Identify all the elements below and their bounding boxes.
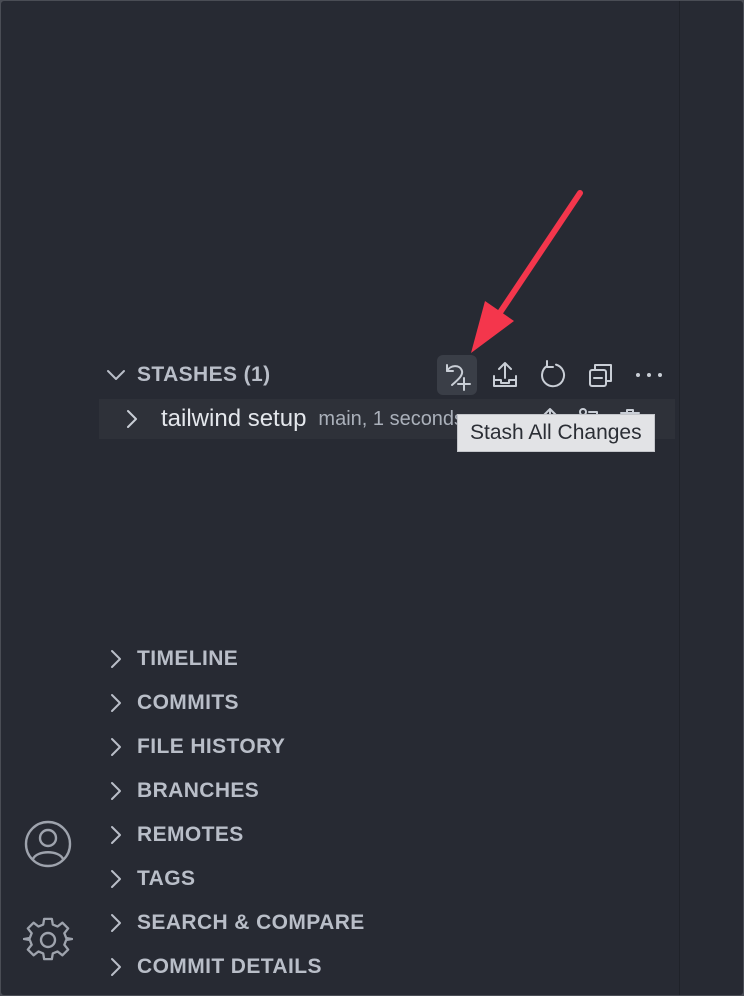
chevron-right-icon — [101, 730, 131, 764]
stashes-section-title: STASHES (1) — [137, 363, 271, 386]
account-icon — [24, 820, 72, 868]
more-actions-button[interactable] — [629, 355, 669, 395]
collapse-all-icon — [589, 364, 612, 387]
chevron-right-icon — [101, 642, 131, 676]
section-timeline[interactable]: TIMELINE — [101, 642, 238, 676]
section-commits[interactable]: COMMITS — [101, 686, 239, 720]
stash-all-button[interactable] — [437, 355, 477, 395]
settings-gear-icon — [23, 917, 73, 961]
section-title: BRANCHES — [137, 779, 260, 802]
section-title: COMMITS — [137, 691, 239, 714]
stash-item-title: tailwind setup — [161, 405, 307, 432]
stash-apply-button[interactable] — [485, 355, 525, 395]
section-title: REMOTES — [137, 823, 244, 846]
refresh-button[interactable] — [533, 355, 573, 395]
stashes-section-header[interactable]: STASHES (1) — [101, 358, 271, 392]
chevron-right-icon — [101, 906, 131, 940]
refresh-icon — [541, 360, 566, 388]
chevron-down-icon — [101, 358, 131, 392]
section-commit-details[interactable]: COMMIT DETAILS — [101, 950, 322, 984]
collapse-all-button[interactable] — [581, 355, 621, 395]
stash-all-icon — [446, 364, 471, 391]
more-icon — [636, 373, 662, 377]
section-title: FILE HISTORY — [137, 735, 286, 758]
section-title: COMMIT DETAILS — [137, 955, 322, 978]
section-remotes[interactable]: REMOTES — [101, 818, 244, 852]
sidebar-window: STASHES (1) tailwind setup main, 1 secon… — [1, 1, 743, 995]
panel-divider — [679, 1, 680, 995]
section-search-compare[interactable]: SEARCH & COMPARE — [101, 906, 365, 940]
section-branches[interactable]: BRANCHES — [101, 774, 259, 808]
section-tags[interactable]: TAGS — [101, 862, 195, 896]
chevron-right-icon — [101, 774, 131, 808]
chevron-right-icon — [101, 686, 131, 720]
chevron-right-icon — [101, 862, 131, 896]
section-title: TIMELINE — [137, 647, 239, 670]
section-title: TAGS — [137, 867, 196, 890]
account-button[interactable] — [23, 819, 73, 869]
chevron-right-icon — [101, 818, 131, 852]
chevron-right-icon — [101, 950, 131, 984]
chevron-right-icon[interactable] — [121, 408, 151, 430]
section-title: SEARCH & COMPARE — [137, 911, 365, 934]
stash-all-tooltip: Stash All Changes — [457, 414, 655, 452]
stash-apply-icon — [493, 362, 517, 387]
stashes-toolbar — [437, 353, 677, 397]
settings-button[interactable] — [23, 915, 73, 965]
section-file-history[interactable]: FILE HISTORY — [101, 730, 285, 764]
